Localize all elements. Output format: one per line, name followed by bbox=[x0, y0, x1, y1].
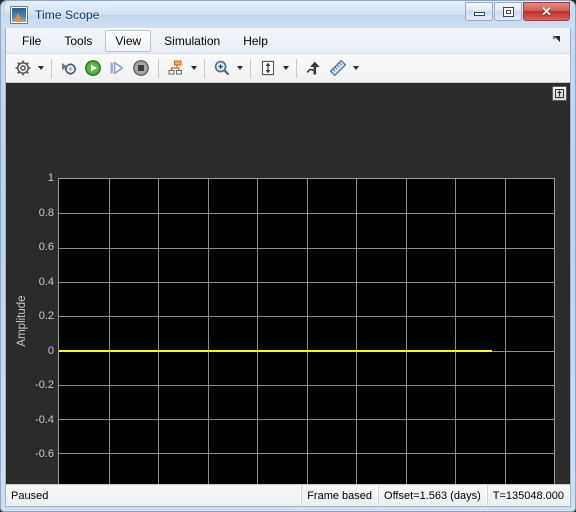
menu-item-help[interactable]: Help bbox=[233, 30, 278, 52]
grid-line-horizontal bbox=[59, 419, 554, 421]
maximize-axes-button[interactable] bbox=[552, 86, 567, 101]
y-tick-label: 0.8 bbox=[38, 206, 54, 219]
minimize-icon bbox=[473, 12, 485, 16]
status-time: T=135048.000 bbox=[486, 485, 570, 506]
toolbar-separator-5 bbox=[296, 58, 297, 78]
ruler-icon bbox=[329, 59, 347, 77]
y-axis-ticks: 1 0.8 0.6 0.4 0.2 0 -0.2 -0.4 -0.6 -0.8 … bbox=[6, 172, 54, 485]
grid-line-vertical bbox=[455, 179, 456, 484]
rewind-gear-icon bbox=[62, 63, 77, 75]
status-frame-mode: Frame based bbox=[301, 485, 379, 506]
measurements-dropdown-arrow[interactable] bbox=[350, 57, 361, 79]
status-offset: Offset=1.563 (days) bbox=[378, 485, 487, 506]
grid-line-horizontal bbox=[59, 453, 554, 455]
grid-line-horizontal bbox=[59, 247, 554, 249]
autoscale-button[interactable] bbox=[256, 56, 280, 80]
grid-line-vertical bbox=[257, 179, 258, 484]
grid-line-horizontal bbox=[59, 281, 554, 283]
time-scope-window: Time Scope ✕ File Tools View Simulation … bbox=[0, 0, 576, 512]
update-diagram-button[interactable] bbox=[57, 56, 81, 80]
toolbar-separator-1 bbox=[51, 58, 52, 78]
grid-line-vertical bbox=[108, 179, 110, 484]
stop-icon bbox=[133, 60, 149, 76]
y-tick-label: 0.4 bbox=[38, 275, 54, 288]
scope-display: 1 0.8 0.6 0.4 0.2 0 -0.2 -0.4 -0.6 -0.8 … bbox=[6, 83, 570, 484]
plot-canvas[interactable] bbox=[58, 178, 555, 484]
stop-button[interactable] bbox=[129, 56, 153, 80]
y-tick-label: 0.2 bbox=[38, 310, 54, 322]
menu-item-view[interactable]: View bbox=[105, 29, 152, 52]
autoscale-arrows-icon bbox=[261, 60, 275, 76]
scale-axes-limits-button[interactable] bbox=[302, 56, 326, 80]
y-tick-label: -0.2 bbox=[35, 379, 54, 391]
zoom-dropdown-arrow[interactable] bbox=[234, 57, 245, 79]
window-title: Time Scope bbox=[35, 7, 100, 22]
y-tick-label: 0.6 bbox=[38, 241, 54, 253]
configuration-properties-button[interactable] bbox=[11, 56, 35, 80]
toolbar-separator-2 bbox=[158, 58, 159, 78]
y-tick-label: -0.4 bbox=[35, 413, 54, 426]
y-tick-label: -0.8 bbox=[8, 483, 54, 485]
status-text: Paused bbox=[6, 485, 302, 506]
signal-trace bbox=[59, 349, 493, 352]
play-icon bbox=[85, 60, 101, 76]
grid-line-horizontal bbox=[59, 213, 554, 215]
matlab-scope-icon bbox=[10, 5, 28, 24]
grid-line-vertical bbox=[207, 179, 209, 484]
step-forward-icon bbox=[110, 61, 124, 75]
menu-overflow-icon[interactable] bbox=[551, 33, 563, 47]
configuration-dropdown-arrow[interactable] bbox=[35, 57, 46, 79]
scale-axes-icon bbox=[306, 61, 320, 75]
status-bar: Paused Frame based Offset=1.563 (days) T… bbox=[6, 484, 570, 506]
maximize-axes-icon bbox=[555, 89, 564, 98]
menu-item-simulation[interactable]: Simulation bbox=[154, 30, 230, 52]
y-tick-label: 1 bbox=[47, 172, 54, 184]
autoscale-dropdown-arrow[interactable] bbox=[280, 57, 291, 79]
y-axis-label: Amplitude bbox=[16, 295, 28, 347]
toolbar-separator-4 bbox=[250, 58, 251, 78]
grid-line-horizontal bbox=[59, 384, 554, 386]
gear-icon bbox=[15, 60, 31, 76]
signal-layout-icon bbox=[168, 60, 182, 75]
signal-selection-button[interactable] bbox=[164, 56, 188, 80]
client-area: File Tools View Simulation Help 1 0.8 0.… bbox=[5, 28, 571, 507]
menu-item-tools[interactable]: Tools bbox=[54, 30, 102, 52]
run-button[interactable] bbox=[81, 56, 105, 80]
zoom-button[interactable] bbox=[210, 56, 234, 80]
maximize-button[interactable] bbox=[494, 2, 522, 21]
toolbar bbox=[6, 54, 570, 83]
grid-line-vertical bbox=[356, 179, 357, 484]
minimize-button[interactable] bbox=[465, 2, 493, 21]
measurements-button[interactable] bbox=[326, 56, 350, 80]
step-forward-button[interactable] bbox=[105, 56, 129, 80]
grid-line-vertical bbox=[504, 179, 506, 484]
maximize-icon bbox=[502, 6, 514, 17]
y-tick-label: -0.6 bbox=[35, 448, 54, 460]
menu-item-file[interactable]: File bbox=[12, 30, 51, 52]
close-icon: ✕ bbox=[541, 4, 552, 19]
signal-selection-dropdown-arrow[interactable] bbox=[188, 57, 199, 79]
menu-bar: File Tools View Simulation Help bbox=[6, 28, 570, 54]
zoom-in-icon bbox=[214, 60, 230, 76]
toolbar-separator-3 bbox=[204, 58, 205, 78]
grid-line-vertical bbox=[158, 179, 159, 484]
title-bar[interactable]: Time Scope ✕ bbox=[5, 1, 571, 28]
grid-line-vertical bbox=[306, 179, 308, 484]
grid-line-vertical bbox=[405, 179, 407, 484]
close-button[interactable]: ✕ bbox=[523, 2, 570, 21]
window-controls: ✕ bbox=[464, 2, 570, 21]
y-tick-label: 0 bbox=[47, 344, 54, 357]
grid-line-horizontal bbox=[59, 316, 554, 318]
